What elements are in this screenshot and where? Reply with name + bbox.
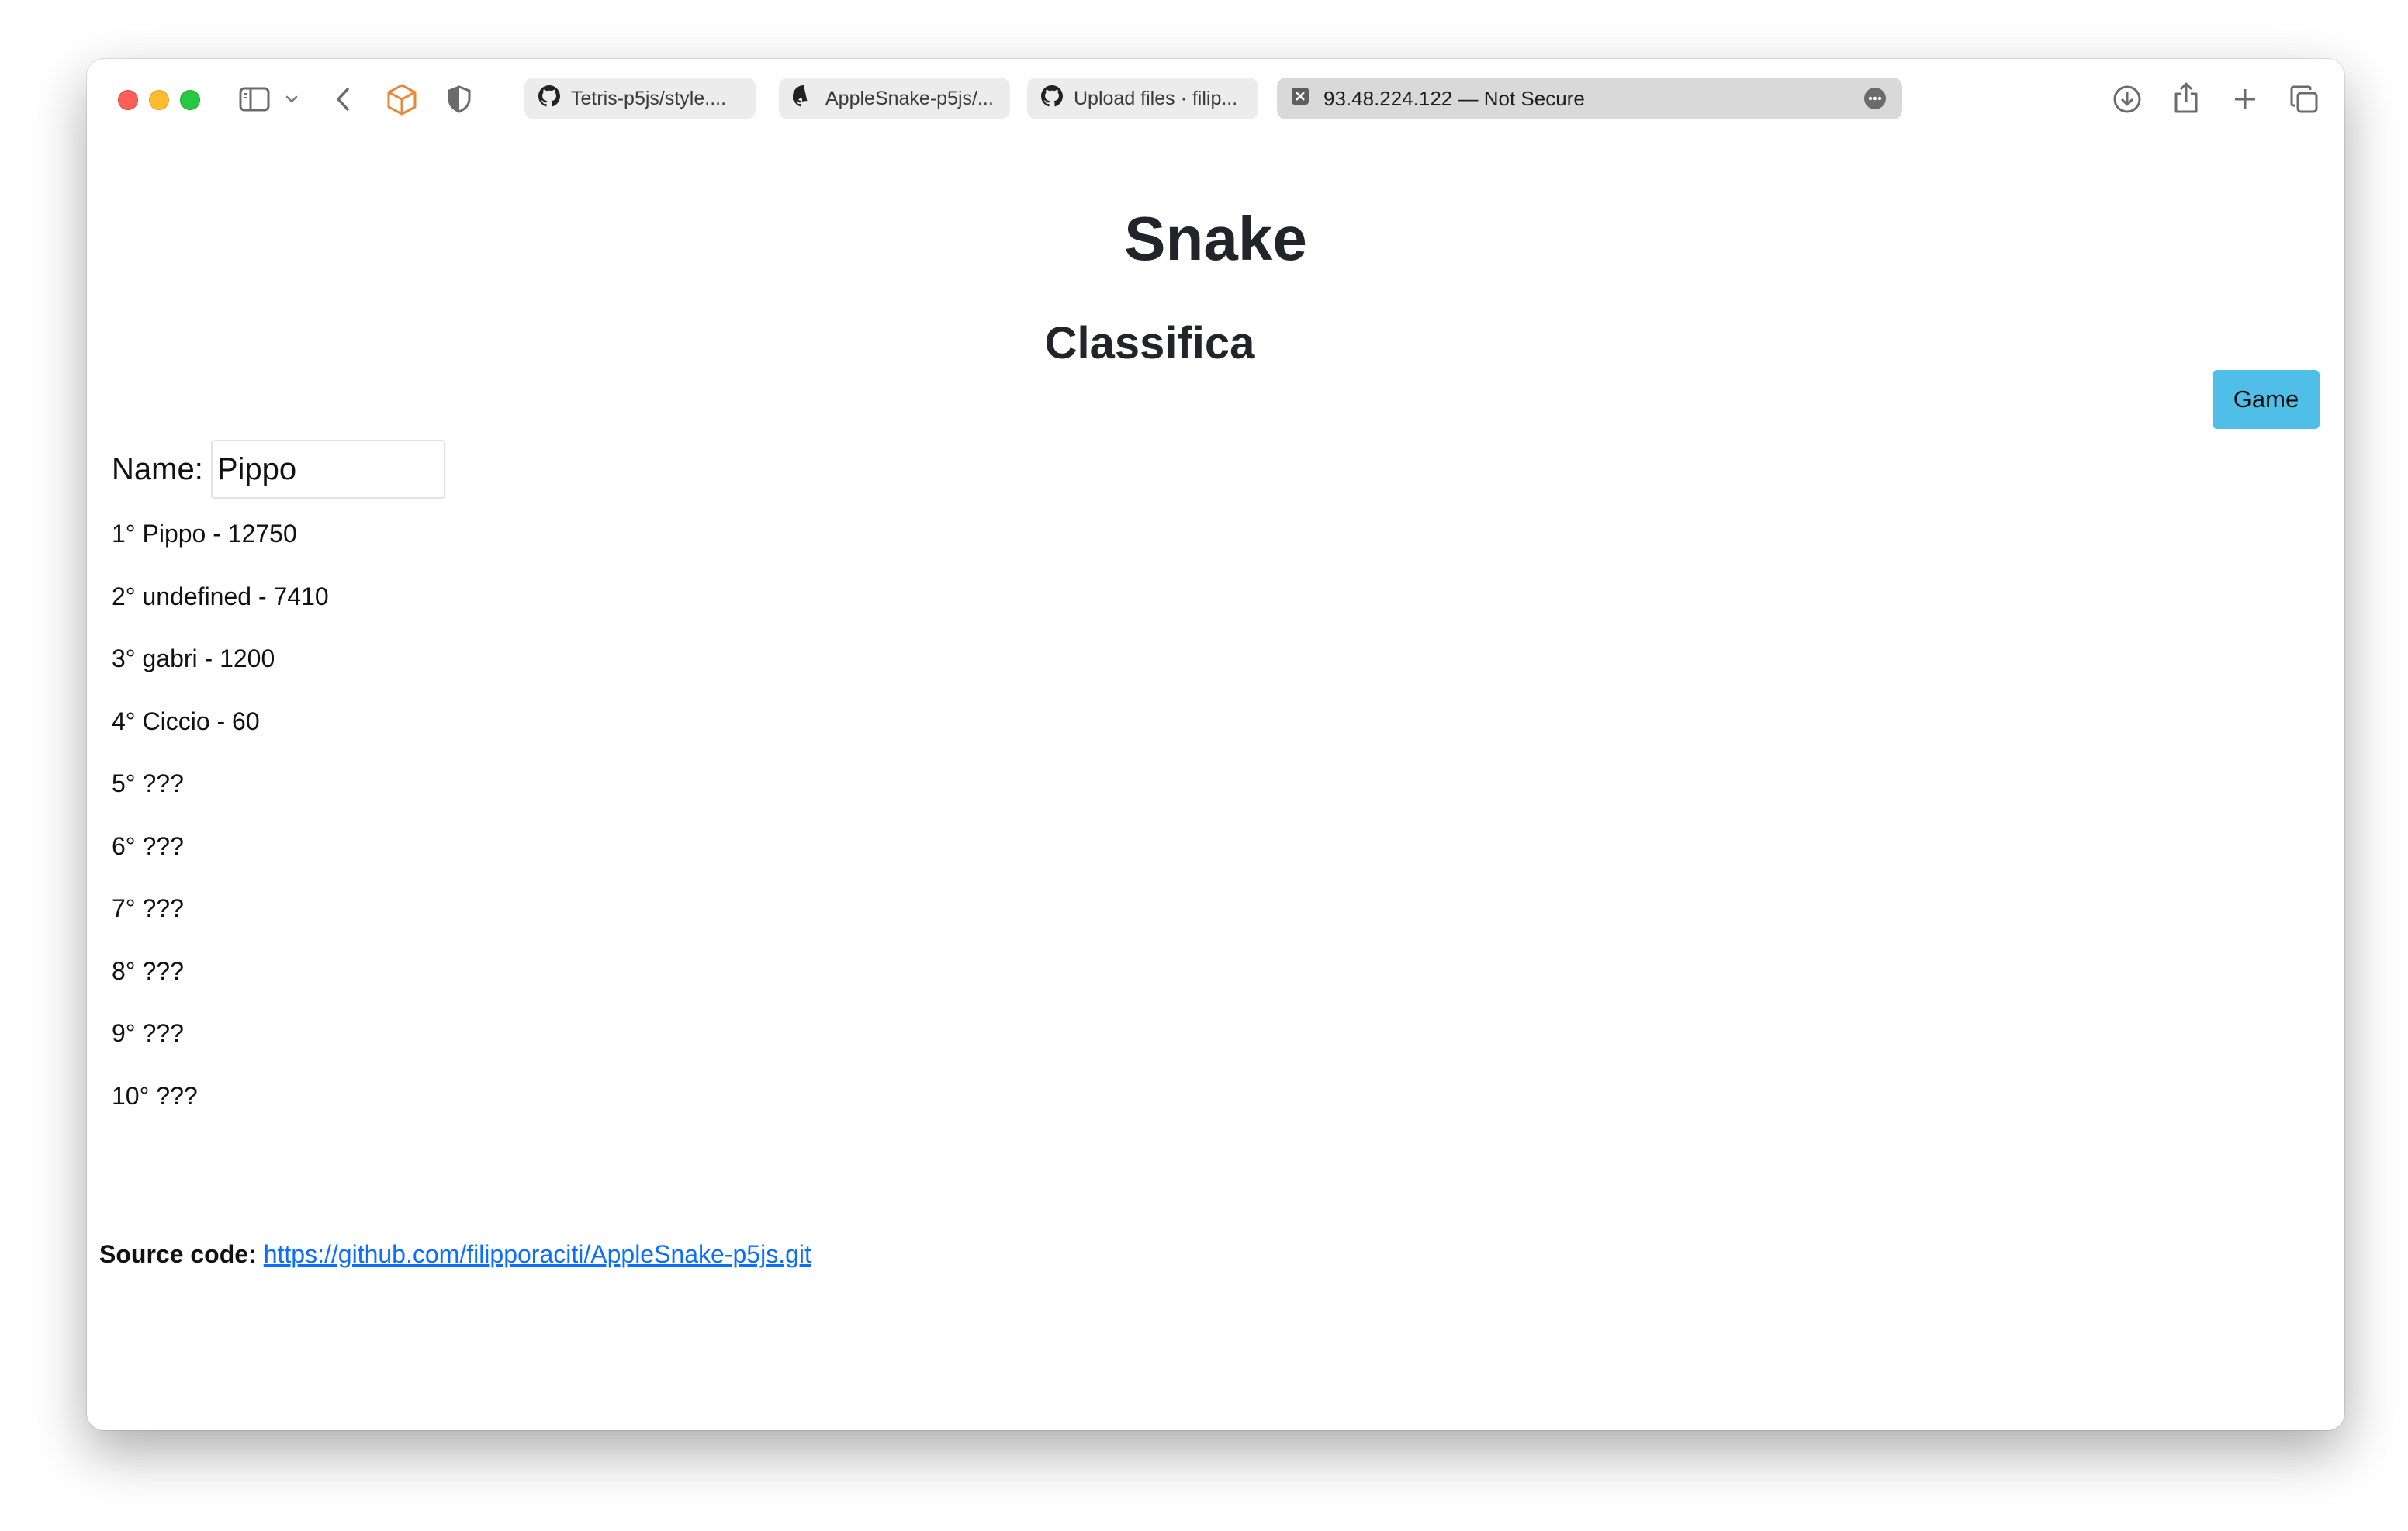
browser-toolbar: Tetris-p5js/style.... AppleSnake-p5js/..… [87,59,2344,140]
leaderboard-entry: 5° ??? [112,769,184,797]
github-icon [538,85,560,112]
leaderboard-entry: 8° ??? [112,956,184,985]
not-secure-icon [1291,87,1310,111]
download-icon[interactable] [2112,84,2143,115]
zoom-window-button[interactable] [180,90,200,110]
close-window-button[interactable] [118,90,138,110]
address-text: 93.48.224.122 — Not Secure [1323,86,1585,110]
leaderboard-entry: 7° ??? [112,894,184,922]
leaderboard-list: 1° Pippo - 12750 2° undefined - 7410 3° … [112,521,329,1146]
name-row: Name: [112,438,445,500]
tab-upload-files[interactable]: Upload files · filip... [1027,78,1258,119]
leaderboard-entry: 4° Ciccio - 60 [112,707,260,735]
sidebar-toggle-icon[interactable] [239,85,270,113]
leaderboard-entry: 9° ??? [112,1019,184,1047]
tab-tetris[interactable]: Tetris-p5js/style.... [524,78,756,119]
cube-extension-icon[interactable] [385,82,419,116]
share-icon[interactable] [2171,81,2202,115]
tab-label: Tetris-p5js/style.... [571,87,727,109]
chevron-down-icon[interactable] [284,90,299,109]
name-label: Name: [112,451,203,486]
leaderboard-entry: 10° ??? [112,1081,198,1110]
page-content: Snake Classifica Game Name: 1° Pippo - 1… [87,140,2344,1430]
source-code-link[interactable]: https://github.com/filipporaciti/AppleSn… [264,1240,811,1268]
new-tab-icon[interactable] [2230,84,2261,115]
minimize-window-button[interactable] [149,90,169,110]
github-icon [791,85,815,112]
back-arrow-icon[interactable] [334,84,352,115]
more-options-icon[interactable] [1863,87,1887,116]
tab-active-address[interactable]: 93.48.224.122 — Not Secure [1277,78,1902,119]
name-input[interactable] [210,440,445,499]
leaderboard-entry: 2° undefined - 7410 [112,582,329,610]
shield-privacy-icon[interactable] [445,84,473,115]
tab-overview-icon[interactable] [2289,84,2320,115]
tab-applesnake[interactable]: AppleSnake-p5js/... [779,78,1010,119]
tab-label: Upload files · filip... [1074,87,1238,109]
source-code-line: Source code: https://github.com/filippora… [99,1242,811,1267]
tab-label: AppleSnake-p5js/... [825,87,994,109]
browser-window: Tetris-p5js/style.... AppleSnake-p5js/..… [87,59,2344,1430]
leaderboard-entry: 3° gabri - 1200 [112,645,275,672]
leaderboard-entry: 1° Pippo - 12750 [112,520,297,548]
leaderboard-entry: 6° ??? [112,831,184,860]
source-code-label: Source code: [99,1240,257,1268]
page-title: Snake [1124,204,1307,273]
leaderboard-heading: Classifica [1044,318,1255,368]
github-icon [1041,85,1063,112]
game-button[interactable]: Game [2213,370,2320,429]
